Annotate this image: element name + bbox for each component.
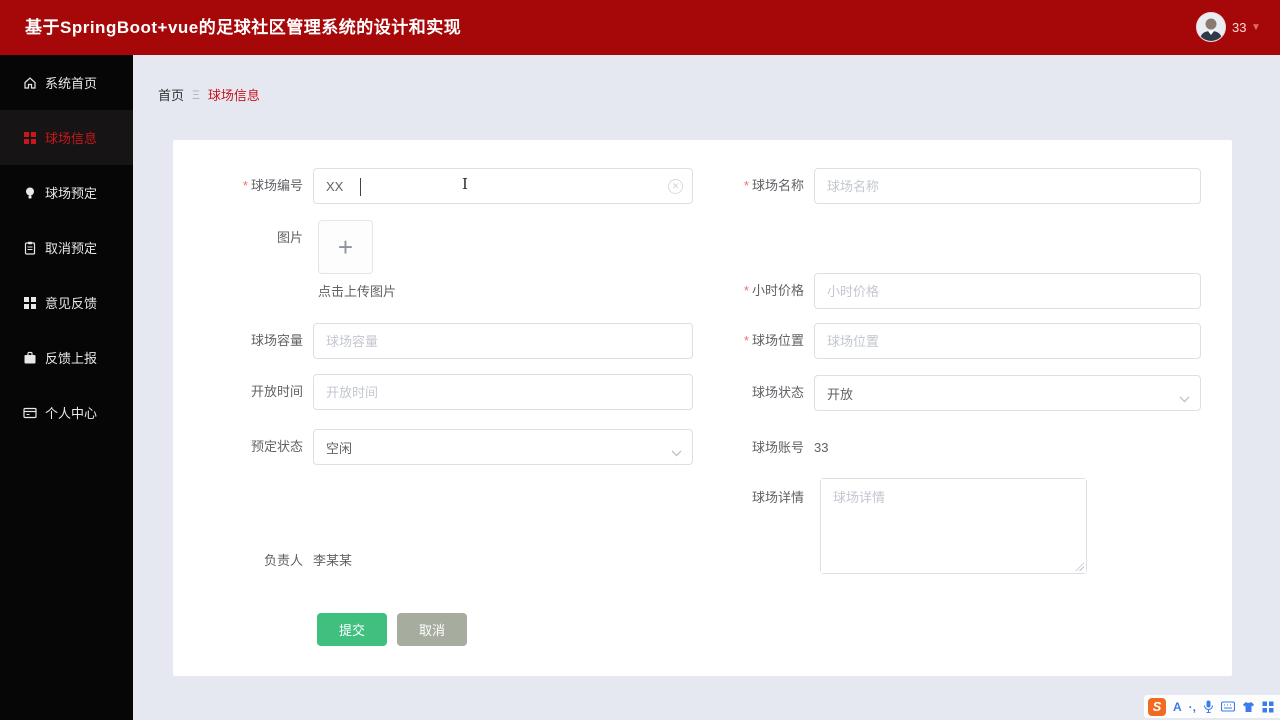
detail-label: 球场详情	[751, 490, 804, 505]
field-no-input[interactable]	[314, 169, 692, 203]
breadcrumb-home-link[interactable]: 首页	[158, 85, 184, 104]
sidebar-item-feedback-report[interactable]: 反馈上报	[0, 330, 133, 385]
sidebar-item-label: 系统首页	[45, 76, 98, 91]
user-dropdown-caret-icon[interactable]: ▼	[1251, 0, 1261, 55]
sidebar-item-label: 球场信息	[45, 131, 98, 146]
field-name-input[interactable]	[815, 169, 1200, 203]
username-label[interactable]: 33	[1232, 0, 1246, 55]
keyboard-icon[interactable]	[1221, 701, 1235, 712]
upload-hint[interactable]: 点击上传图片	[318, 281, 396, 300]
hour-price-input-wrap	[814, 273, 1201, 309]
clipboard-icon	[23, 241, 37, 255]
location-label: * 球场位置	[743, 333, 804, 348]
open-time-label: 开放时间	[250, 384, 303, 399]
image-label: 图片	[276, 230, 303, 245]
bulb-icon	[23, 186, 37, 200]
page-title: 基于SpringBoot+vue的足球社区管理系统的设计和实现	[25, 18, 462, 37]
capacity-input-wrap	[313, 323, 693, 359]
ime-toolbar: S A ·,	[1143, 695, 1280, 718]
location-input-wrap	[814, 323, 1201, 359]
sidebar-item-label: 个人中心	[45, 406, 98, 421]
sidebar-item-label: 意见反馈	[45, 296, 98, 311]
sidebar-item-personal-center[interactable]: 个人中心	[0, 385, 133, 440]
manager-value: 李某某	[313, 553, 353, 568]
capacity-input[interactable]	[314, 324, 692, 358]
text-caret	[360, 178, 361, 196]
hour-price-input[interactable]	[815, 274, 1200, 308]
reserve-status-label: 预定状态	[250, 439, 303, 454]
briefcase-icon	[23, 351, 37, 365]
field-no-label: * 球场编号	[242, 178, 303, 193]
sidebar-item-label: 反馈上报	[45, 351, 98, 366]
avatar-photo-icon	[1197, 13, 1225, 41]
account-label: 球场账号	[751, 440, 804, 455]
sidebar-item-cancel-booking[interactable]: 取消预定	[0, 220, 133, 275]
mouse-ibeam-cursor: I	[462, 175, 468, 193]
account-value: 33	[814, 440, 829, 455]
form-card: *球场编号 ✕ *球场名称 图片 + 点击上传图片 *小时价格	[173, 140, 1232, 676]
skin-icon[interactable]	[1242, 701, 1255, 713]
manager-label: 负责人	[263, 553, 303, 568]
grid-icon	[23, 131, 37, 145]
sidebar-item-label: 球场预定	[45, 186, 98, 201]
sidebar-item-feedback[interactable]: 意见反馈	[0, 275, 133, 330]
field-status-label: 球场状态	[751, 385, 804, 400]
breadcrumb: 首页 Ξ 球场信息	[158, 85, 260, 104]
field-name-input-wrap	[814, 168, 1201, 204]
top-header-bar: 基于SpringBoot+vue的足球社区管理系统的设计和实现 33 ▼	[0, 0, 1280, 55]
app-window: 基于SpringBoot+vue的足球社区管理系统的设计和实现 33 ▼ 系统首…	[0, 0, 1280, 720]
sidebar-nav: 系统首页 球场信息 球场预定 取消预定 意见反馈 反馈上报 个人中心	[0, 55, 133, 720]
user-avatar[interactable]	[1196, 12, 1226, 42]
toolbox-icon[interactable]	[1262, 701, 1274, 713]
sidebar-item-field-booking[interactable]: 球场预定	[0, 165, 133, 220]
ime-punctuation-icon[interactable]: ·,	[1189, 700, 1196, 714]
image-upload-box[interactable]: +	[318, 220, 373, 274]
hour-price-label: * 小时价格	[743, 283, 804, 298]
sogou-logo-icon[interactable]: S	[1147, 697, 1166, 716]
field-status-value[interactable]	[815, 376, 1200, 410]
resize-handle[interactable]	[1075, 562, 1084, 571]
submit-button[interactable]: 提交	[317, 613, 387, 646]
home-icon	[23, 76, 37, 90]
cancel-button[interactable]: 取消	[397, 613, 467, 646]
breadcrumb-separator-icon: Ξ	[192, 87, 200, 102]
detail-textarea-wrap	[820, 478, 1087, 574]
open-time-input[interactable]	[314, 375, 692, 409]
sidebar-item-label: 取消预定	[45, 241, 98, 256]
chevron-down-icon[interactable]	[1179, 390, 1190, 408]
detail-textarea[interactable]	[821, 479, 1086, 573]
field-name-label: * 球场名称	[743, 178, 804, 193]
plus-icon: +	[337, 232, 354, 262]
idcard-icon	[23, 406, 37, 420]
breadcrumb-current: 球场信息	[207, 88, 260, 103]
field-no-input-wrap: ✕	[313, 168, 693, 204]
field-status-select[interactable]	[814, 375, 1201, 411]
location-input[interactable]	[815, 324, 1200, 358]
sidebar-item-system-home[interactable]: 系统首页	[0, 55, 133, 110]
sidebar-item-field-info[interactable]: 球场信息	[0, 110, 133, 165]
open-time-input-wrap	[313, 374, 693, 410]
reserve-status-value[interactable]	[314, 430, 692, 464]
apps-icon	[23, 296, 37, 310]
microphone-icon[interactable]	[1203, 700, 1214, 713]
capacity-label: 球场容量	[250, 333, 303, 348]
reserve-status-select[interactable]	[313, 429, 693, 465]
ime-mode-toggle[interactable]: A	[1173, 700, 1182, 714]
